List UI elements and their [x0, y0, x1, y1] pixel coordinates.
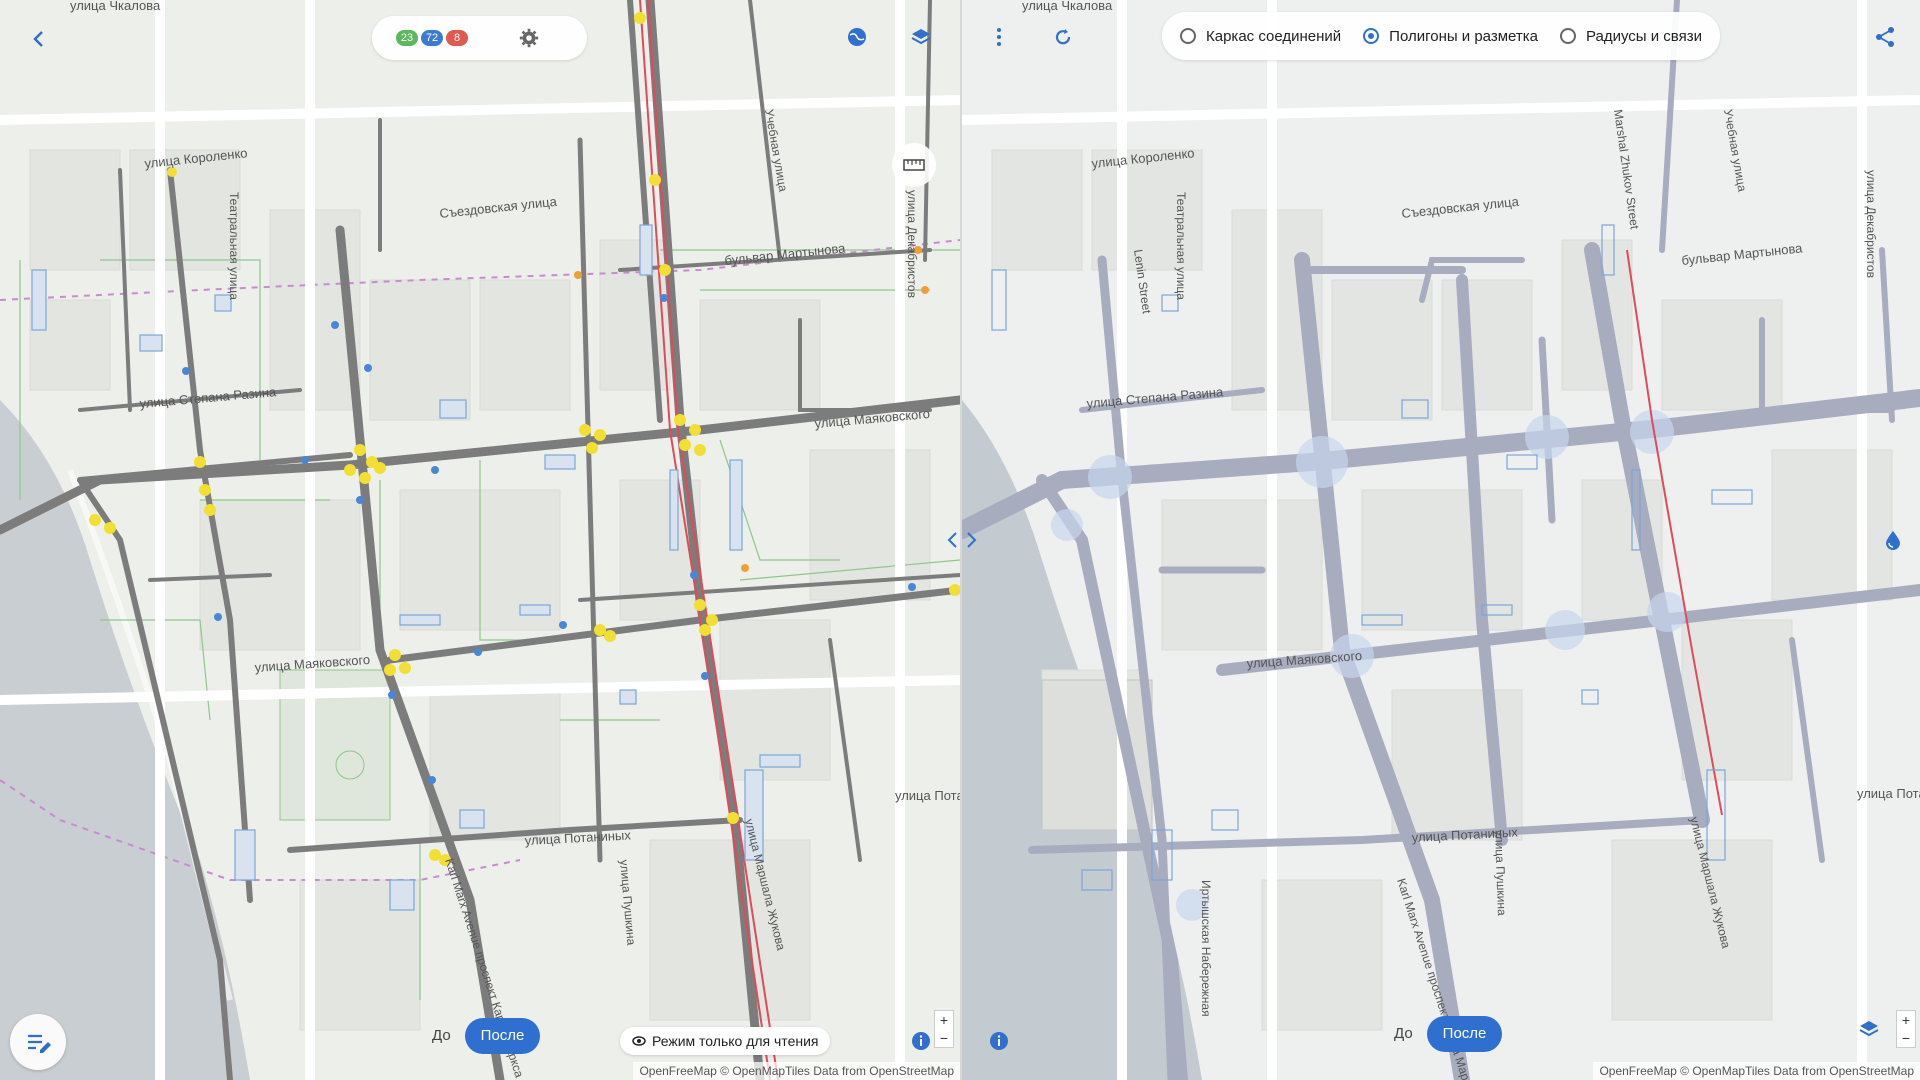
- zoom-in-button[interactable]: +: [1897, 1011, 1915, 1029]
- radio-label-frame: Каркас соединений: [1206, 27, 1342, 45]
- compare-handle-left[interactable]: [946, 530, 960, 550]
- info-icon[interactable]: [904, 1024, 938, 1058]
- radio-circle-frame[interactable]: [1180, 28, 1196, 44]
- share-icon[interactable]: [1868, 20, 1902, 54]
- label-teatralnaya: Театральная улица: [227, 192, 241, 300]
- badge-green[interactable]: 23: [396, 30, 418, 46]
- label-razina: улица Степана Разина: [1086, 384, 1225, 411]
- after-button[interactable]: После: [1426, 1016, 1503, 1052]
- label-chkalova: улица Чкалова: [1022, 0, 1113, 13]
- radio-circle-radii[interactable]: [1560, 28, 1576, 44]
- map-canvas-right[interactable]: улица Чкалова улица Короленко Съездовска…: [962, 0, 1920, 1080]
- more-vertical-icon[interactable]: [982, 20, 1016, 54]
- label-pushkina: улица Пушкина: [617, 859, 638, 946]
- radio-option-frame[interactable]: Каркас соединений: [1180, 28, 1341, 45]
- refresh-icon[interactable]: [1046, 20, 1080, 54]
- radio-option-polygons[interactable]: Полигоны и разметка: [1363, 28, 1538, 45]
- label-dekabristov: улица Декабристов: [905, 190, 919, 298]
- before-button[interactable]: До: [418, 1018, 465, 1054]
- info-icon[interactable]: [982, 1024, 1016, 1058]
- zoom-out-button[interactable]: −: [1897, 1029, 1915, 1047]
- label-potaninykh-short: улица Пота: [895, 788, 960, 803]
- label-sezdovskaya: Съездовская улица: [1401, 194, 1520, 221]
- issue-counter-bar: 23 72 8: [372, 16, 587, 60]
- radio-label-radii: Радиусы и связи: [1586, 27, 1702, 45]
- before-button[interactable]: До: [1380, 1016, 1427, 1052]
- back-arrow-icon[interactable]: [22, 22, 56, 56]
- eye-icon: [632, 1036, 646, 1046]
- label-martynova: бульвар Мартынова: [1681, 240, 1804, 268]
- label-sezdovskaya: Съездовская улица: [439, 194, 558, 221]
- before-after-toggle-left: До После: [418, 1018, 541, 1054]
- label-potaninykh-short: улица Пота: [1857, 786, 1920, 801]
- globe-icon[interactable]: [840, 20, 874, 54]
- map-attribution-right[interactable]: OpenFreeMap © OpenMapTiles Data from Ope…: [1593, 1062, 1920, 1080]
- map-attribution-left[interactable]: OpenFreeMap © OpenMapTiles Data from Ope…: [633, 1062, 960, 1080]
- label-teatralnaya: Театральная улица: [1174, 192, 1188, 300]
- zoom-in-button[interactable]: +: [935, 1011, 953, 1029]
- before-after-toggle-right: До После: [1380, 1016, 1503, 1052]
- label-chkalova: улица Чкалова: [70, 0, 161, 13]
- radio-circle-polygons[interactable]: [1363, 28, 1380, 44]
- map-canvas-left[interactable]: улица Чкалова улица Короленко Съездовска…: [0, 0, 960, 1080]
- badge-blue[interactable]: 72: [421, 30, 443, 46]
- map-after-pane[interactable]: улица Чкалова улица Короленко Съездовска…: [962, 0, 1920, 1080]
- label-martynova: бульвар Мартынова: [724, 240, 847, 268]
- label-pushkina: улица Пушкина: [1492, 830, 1509, 917]
- readonly-label: Режим только для чтения: [652, 1033, 819, 1049]
- radio-label-polygons: Полигоны и разметка: [1389, 27, 1538, 45]
- water-drop-icon[interactable]: [1876, 523, 1910, 557]
- zoom-control-right: + −: [1896, 1010, 1916, 1048]
- ruler-icon[interactable]: [892, 143, 936, 187]
- compare-handle-right[interactable]: [964, 530, 978, 550]
- label-dekabristov: улица Декабристов: [1864, 170, 1878, 278]
- zoom-out-button[interactable]: −: [935, 1029, 953, 1047]
- edit-list-icon[interactable]: [10, 1014, 66, 1070]
- display-mode-radio-group: Каркас соединений Полигоны и разметка Ра…: [1162, 12, 1720, 60]
- zoom-control-left: + −: [934, 1010, 954, 1048]
- gear-icon[interactable]: [512, 21, 546, 55]
- readonly-indicator: Режим только для чтения: [620, 1027, 831, 1055]
- map-before-pane[interactable]: улица Чкалова улица Короленко Съездовска…: [0, 0, 960, 1080]
- layers-icon[interactable]: [1852, 1012, 1886, 1046]
- label-irtysh-emb: Иртышская Набережная: [1199, 880, 1213, 1017]
- badge-red[interactable]: 8: [446, 30, 468, 46]
- label-zhukova-en: Marshal Zhukov Street: [1611, 108, 1642, 230]
- radio-option-radii[interactable]: Радиусы и связи: [1560, 28, 1702, 45]
- label-uchebnaya: Учебная улица: [1721, 108, 1749, 193]
- layers-icon[interactable]: [904, 20, 938, 54]
- after-button[interactable]: После: [464, 1018, 541, 1054]
